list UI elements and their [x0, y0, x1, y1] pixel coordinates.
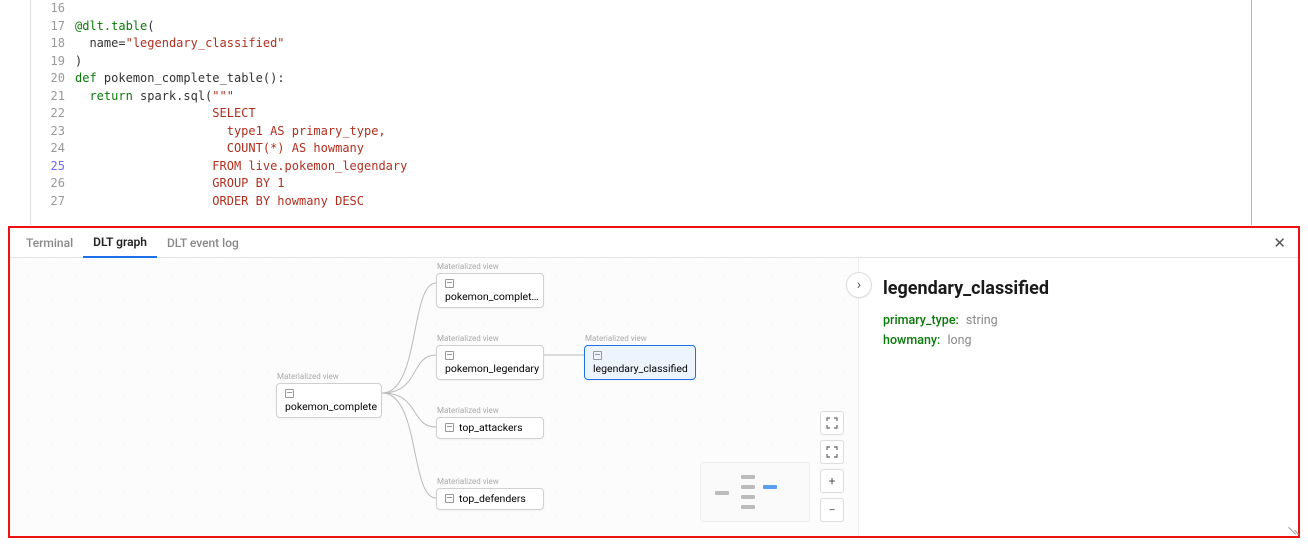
resize-handle-icon[interactable] — [1286, 524, 1296, 534]
materialized-view-label: Materialized view — [277, 372, 339, 381]
schema-list: primary_type: stringhowmany: long — [883, 311, 1274, 351]
panel-tabs: Terminal DLT graph DLT event log ✕ — [10, 228, 1298, 258]
schema-field: primary_type: string — [883, 311, 1274, 331]
table-icon — [445, 279, 454, 288]
graph-node-1[interactable]: Materialized view pokemon_complet… — [436, 273, 544, 308]
materialized-view-label: Materialized view — [437, 477, 499, 486]
table-icon — [445, 423, 454, 432]
materialized-view-label: Materialized view — [437, 406, 499, 415]
dlt-graph-canvas[interactable]: Materialized view pokemon_complete Mater… — [10, 258, 858, 536]
tab-dlt-event-log[interactable]: DLT event log — [157, 229, 249, 257]
tab-dlt-graph[interactable]: DLT graph — [83, 228, 157, 258]
materialized-view-label: Materialized view — [437, 262, 499, 271]
line-number-gutter: 161718192021222324252627 — [31, 0, 75, 225]
materialized-view-label: Materialized view — [437, 334, 499, 343]
materialized-view-label: Materialized view — [585, 334, 647, 343]
code-content[interactable]: @dlt.table( name="legendary_classified")… — [75, 0, 407, 225]
node-label: top_attackers — [459, 421, 523, 434]
zoom-out-icon[interactable]: − — [820, 498, 844, 522]
details-pane: › legendary_classified primary_type: str… — [858, 258, 1298, 536]
node-label: pokemon_complete — [285, 400, 377, 413]
node-label: pokemon_complet… — [445, 290, 539, 303]
table-icon — [285, 389, 294, 398]
graph-node-selected[interactable]: Materialized view legendary_classified — [584, 345, 696, 380]
graph-node-root[interactable]: Materialized view pokemon_complete — [276, 383, 382, 418]
graph-node-3[interactable]: Materialized view top_attackers — [436, 417, 544, 439]
fullscreen-icon[interactable] — [820, 440, 844, 464]
close-icon[interactable]: ✕ — [1273, 234, 1286, 252]
tab-terminal[interactable]: Terminal — [16, 229, 83, 257]
fit-icon[interactable] — [820, 411, 844, 435]
node-label: pokemon_legendary — [445, 362, 539, 375]
code-editor[interactable]: 161718192021222324252627 @dlt.table( nam… — [30, 0, 1308, 225]
table-icon — [445, 351, 454, 360]
zoom-in-icon[interactable]: + — [820, 469, 844, 493]
bottom-panel: Terminal DLT graph DLT event log ✕ Mater… — [8, 226, 1300, 538]
node-label: legendary_classified — [593, 362, 688, 375]
node-label: top_defenders — [459, 492, 526, 505]
right-border — [1251, 0, 1252, 225]
graph-node-2[interactable]: Materialized view pokemon_legendary — [436, 345, 544, 380]
minimap[interactable] — [700, 462, 810, 522]
schema-field: howmany: long — [883, 331, 1274, 351]
table-icon — [593, 351, 602, 360]
zoom-controls: + − — [820, 411, 844, 522]
graph-node-4[interactable]: Materialized view top_defenders — [436, 488, 544, 510]
table-icon — [445, 494, 454, 503]
collapse-chevron-icon[interactable]: › — [846, 272, 872, 298]
details-title: legendary_classified — [883, 278, 1274, 299]
